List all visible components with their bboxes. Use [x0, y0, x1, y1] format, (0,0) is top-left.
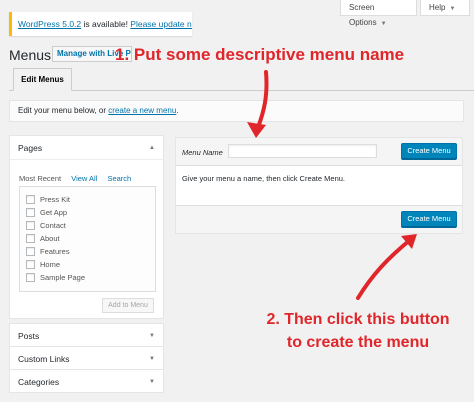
posts-panel-title: Posts	[18, 331, 40, 341]
pages-checklist: Press Kit Get App Contact About Features…	[19, 186, 156, 292]
page-label: Features	[40, 247, 70, 256]
page-label: Press Kit	[40, 195, 71, 204]
tab-most-recent[interactable]: Most Recent	[19, 174, 61, 183]
create-menu-button-bottom[interactable]: Create Menu	[401, 211, 457, 227]
chevron-down-icon: ▼	[149, 379, 155, 385]
list-item[interactable]: Get App	[26, 206, 155, 219]
caret-down-icon: ▼	[380, 21, 387, 27]
create-new-menu-link[interactable]: create a new menu	[108, 106, 176, 115]
annotation-step-1: 1. Put some descriptive menu name	[115, 45, 405, 64]
create-menu-button-top[interactable]: Create Menu	[401, 143, 457, 159]
checkbox[interactable]	[26, 260, 35, 269]
annotation-step-2-line-2: to create the menu	[286, 334, 430, 351]
notice-text: is available!	[81, 19, 131, 29]
list-item[interactable]: Sample Page	[26, 271, 155, 284]
checkbox[interactable]	[26, 273, 35, 282]
tab-divider	[9, 90, 474, 91]
pages-tabs: Most Recent View All Search	[19, 174, 139, 183]
page-label: Sample Page	[40, 273, 86, 282]
pages-panel-title: Pages	[18, 143, 43, 153]
manage-menus-suffix: .	[176, 106, 179, 115]
custom-links-panel[interactable]: Custom Links ▼	[9, 346, 164, 370]
list-item[interactable]: Home	[26, 258, 155, 271]
list-item[interactable]: Contact	[26, 219, 155, 232]
tab-view-all[interactable]: View All	[71, 174, 97, 183]
checkbox[interactable]	[26, 208, 35, 217]
categories-panel-title: Categories	[18, 377, 60, 387]
chevron-up-icon: ▲	[149, 145, 155, 151]
menu-edit-footer: Create Menu	[176, 205, 462, 233]
menu-edit-header: Menu Name Create Menu	[176, 138, 462, 166]
list-item[interactable]: About	[26, 232, 155, 245]
caret-down-icon: ▼	[449, 6, 456, 12]
custom-links-panel-header[interactable]: Custom Links ▼	[10, 347, 163, 371]
pages-panel-header[interactable]: Pages ▲	[10, 136, 163, 160]
checkbox[interactable]	[26, 195, 35, 204]
screen-options-label: Screen Options	[349, 3, 377, 27]
annotation-step-2-line-1: 2. Then click this button	[266, 311, 450, 328]
custom-links-panel-title: Custom Links	[18, 354, 70, 364]
screen-options-button[interactable]: Screen Options ▼	[340, 0, 417, 27]
chevron-down-icon: ▼	[149, 356, 155, 362]
update-notice: WordPress 5.0.2 is available! Please upd…	[9, 12, 192, 36]
page-label: About	[40, 234, 60, 243]
categories-panel[interactable]: Categories ▼	[9, 369, 164, 393]
categories-panel-header[interactable]: Categories ▼	[10, 370, 163, 394]
help-label: Help	[429, 3, 446, 12]
menu-edit-instructions: Give your menu a name, then click Create…	[182, 174, 345, 183]
checkbox[interactable]	[26, 247, 35, 256]
pages-panel: Pages ▲ Most Recent View All Search Pres…	[9, 135, 164, 319]
page-title: Menus	[9, 47, 52, 63]
checkbox[interactable]	[26, 221, 35, 230]
list-item[interactable]: Features	[26, 245, 155, 258]
menu-name-label: Menu Name	[182, 148, 223, 157]
annotation-step-2: 2. Then click this button to create the …	[245, 308, 471, 354]
manage-menus-bar: Edit your menu below, or create a new me…	[9, 100, 464, 122]
manage-menus-text: Edit your menu below, or	[18, 106, 109, 115]
list-item[interactable]: Press Kit	[26, 193, 155, 206]
add-to-menu-button[interactable]: Add to Menu	[102, 298, 154, 313]
posts-panel-header[interactable]: Posts ▼	[10, 324, 163, 348]
arrow-icon-step-2	[356, 234, 417, 300]
menu-name-input[interactable]	[228, 144, 377, 158]
posts-panel[interactable]: Posts ▼	[9, 323, 164, 347]
version-link[interactable]: WordPress 5.0.2	[18, 19, 81, 29]
menu-edit-panel: Menu Name Create Menu Give your menu a n…	[175, 137, 463, 234]
tab-edit-menus[interactable]: Edit Menus	[13, 68, 72, 91]
chevron-down-icon: ▼	[149, 333, 155, 339]
update-now-link[interactable]: Please update now	[130, 19, 192, 29]
tab-search[interactable]: Search	[107, 174, 131, 183]
page-label: Get App	[40, 208, 68, 217]
help-button[interactable]: Help ▼	[420, 0, 470, 16]
checkbox[interactable]	[26, 234, 35, 243]
page-label: Home	[40, 260, 61, 269]
page-label: Contact	[40, 221, 66, 230]
